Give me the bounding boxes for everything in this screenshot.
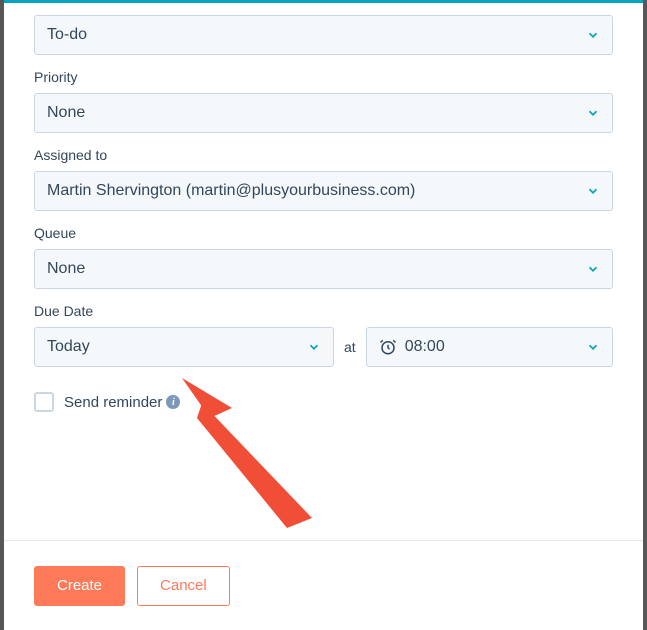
reminder-checkbox[interactable]: [34, 392, 54, 412]
cancel-button[interactable]: Cancel: [137, 566, 230, 606]
at-label: at: [344, 339, 356, 355]
reminder-row: Send reminder i: [34, 392, 613, 412]
create-button[interactable]: Create: [34, 566, 125, 606]
due-time-select[interactable]: 08:00: [366, 327, 613, 367]
due-time-value: 08:00: [405, 338, 586, 356]
assigned-select[interactable]: Martin Shervington (martin@plusyourbusin…: [34, 171, 613, 211]
due-date-value: Today: [47, 338, 90, 356]
create-button-label: Create: [57, 577, 102, 594]
assigned-field: Assigned to Martin Shervington (martin@p…: [34, 147, 613, 211]
chevron-down-icon: [586, 262, 600, 276]
priority-field: Priority None: [34, 69, 613, 133]
priority-value: None: [47, 104, 85, 122]
type-select[interactable]: To-do: [34, 15, 613, 55]
reminder-label: Send reminder i: [64, 394, 180, 411]
queue-value: None: [47, 260, 85, 278]
task-modal: To-do Priority None Assigned to Martin S…: [4, 0, 643, 630]
chevron-down-icon: [586, 340, 600, 354]
info-icon[interactable]: i: [166, 395, 180, 409]
chevron-down-icon: [586, 184, 600, 198]
due-date-label: Due Date: [34, 303, 613, 319]
modal-footer: Create Cancel: [4, 541, 643, 630]
chevron-down-icon: [586, 106, 600, 120]
due-date-select[interactable]: Today: [34, 327, 334, 367]
type-field: To-do: [34, 15, 613, 55]
type-value: To-do: [47, 26, 87, 44]
chevron-down-icon: [586, 28, 600, 42]
queue-label: Queue: [34, 225, 613, 241]
cancel-button-label: Cancel: [160, 577, 207, 594]
assigned-value: Martin Shervington (martin@plusyourbusin…: [47, 182, 415, 200]
due-date-row: Today at 08:00: [34, 327, 613, 367]
queue-select[interactable]: None: [34, 249, 613, 289]
reminder-label-text: Send reminder: [64, 394, 162, 411]
due-date-field: Due Date Today at: [34, 303, 613, 367]
chevron-down-icon: [307, 340, 321, 354]
task-form: To-do Priority None Assigned to Martin S…: [4, 3, 643, 540]
assigned-label: Assigned to: [34, 147, 613, 163]
queue-field: Queue None: [34, 225, 613, 289]
clock-icon: [379, 338, 397, 356]
priority-select[interactable]: None: [34, 93, 613, 133]
priority-label: Priority: [34, 69, 613, 85]
